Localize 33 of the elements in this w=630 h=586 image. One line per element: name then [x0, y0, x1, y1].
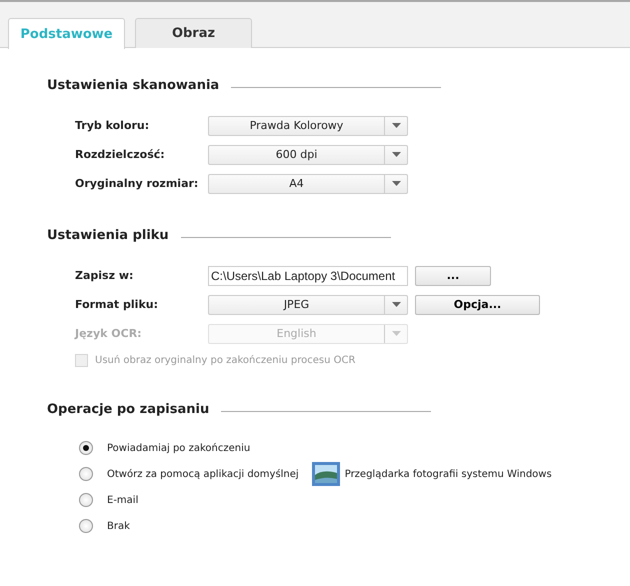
button[interactable]: ...: [415, 266, 491, 286]
caret-icon: [392, 181, 400, 186]
radio-label: Powiadamiaj po zakończeniu: [107, 442, 250, 454]
section-title: Ustawienia pliku: [47, 228, 169, 243]
radio-label: E-mail: [107, 494, 138, 506]
section-title: Ustawienia skanowania: [47, 78, 220, 93]
dropdown[interactable]: A4: [208, 174, 408, 194]
radio-button[interactable]: [79, 519, 93, 533]
field-label: Format pliku:: [75, 298, 159, 311]
radio-button[interactable]: [79, 493, 93, 507]
field-label: Język OCR:: [75, 327, 143, 340]
radio-label: Otwórz za pomocą aplikacji domyślnej: [107, 468, 299, 480]
dropdown[interactable]: Prawda Kolorowy: [208, 116, 408, 136]
radio-label: Brak: [107, 520, 130, 532]
app-name: Przeglądarka fotografii systemu Windows: [344, 468, 552, 480]
caret-icon: [392, 331, 400, 336]
radio-button[interactable]: [79, 441, 93, 455]
tab[interactable]: Obraz: [135, 18, 252, 48]
photo-viewer-icon: [310, 461, 341, 487]
field-label: Tryb koloru:: [75, 119, 150, 132]
checkbox-label: Usuń obraz oryginalny po zakończeniu procesu OCR: [95, 354, 356, 366]
field-label: Rozdzielczość:: [75, 148, 166, 161]
caret-icon: [392, 302, 400, 307]
dropdown[interactable]: JPEG: [208, 294, 408, 314]
button[interactable]: Opcja...: [415, 294, 540, 314]
path-field[interactable]: C:\Users\Lab Laptopy 3\Document: [208, 266, 408, 286]
radio-button[interactable]: [79, 467, 93, 481]
field-label: Zapisz w:: [75, 269, 134, 282]
caret-icon: [392, 123, 400, 128]
section-title: Operacje po zapisaniu: [47, 402, 210, 417]
field-label: Oryginalny rozmiar:: [75, 177, 200, 190]
dropdown[interactable]: 600 dpi: [208, 144, 408, 164]
caret-icon: [392, 152, 400, 157]
